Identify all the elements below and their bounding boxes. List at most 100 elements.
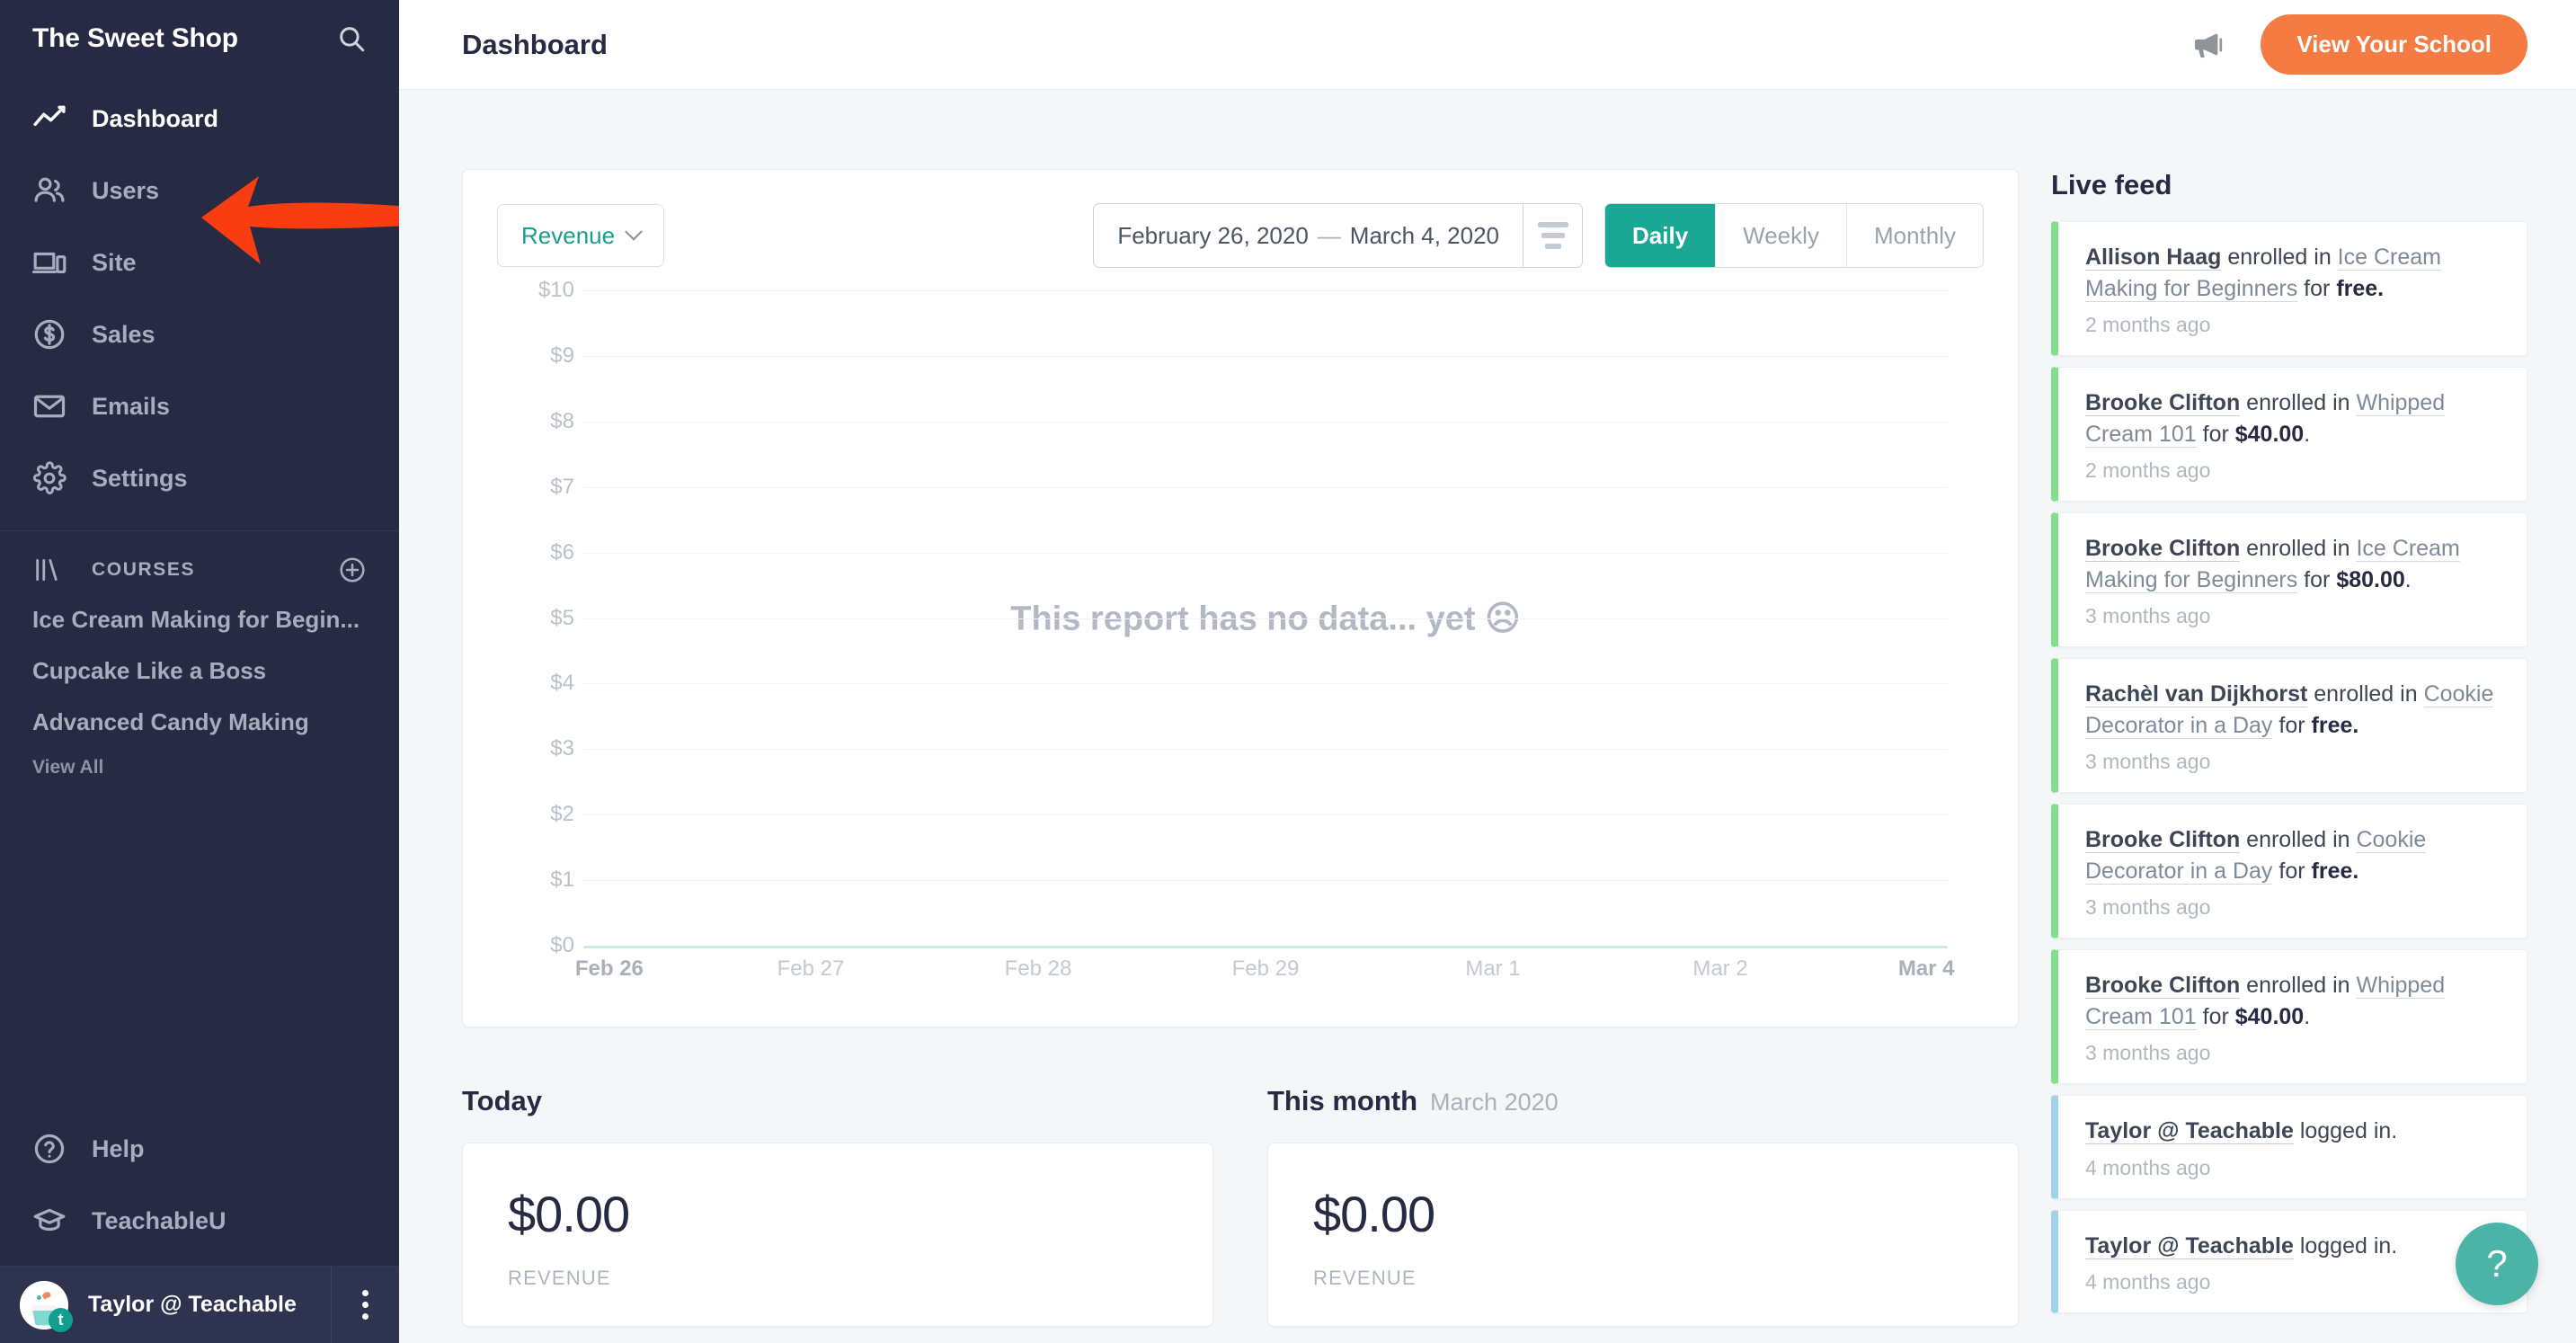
live-feed-timestamp: 2 months ago	[2085, 313, 2211, 336]
sidebar-item-label: Users	[92, 176, 160, 204]
users-icon	[32, 173, 74, 208]
date-range-text[interactable]: February 26, 2020 — March 4, 2020	[1094, 204, 1523, 267]
live-feed-text: Taylor @ Teachable logged in.	[2085, 1118, 2398, 1144]
metric-select-label: Revenue	[521, 221, 616, 249]
sidebar-item-settings[interactable]: Settings	[0, 442, 399, 514]
sidebar-item-site[interactable]: Site	[0, 227, 399, 298]
plus-circle-icon[interactable]	[338, 556, 367, 584]
kebab-dots	[362, 1290, 369, 1320]
live-feed-item[interactable]: Taylor @ Teachable logged in. 4 months ag…	[2051, 1095, 2527, 1199]
live-feed-amount: free.	[2336, 275, 2385, 301]
avatar: t	[20, 1280, 73, 1332]
sidebar-item-label: Settings	[92, 464, 188, 492]
date-range-picker[interactable]: February 26, 2020 — March 4, 2020	[1093, 203, 1584, 268]
sidebar-item-dashboard[interactable]: Dashboard	[0, 83, 399, 155]
stat-card: $0.00 REVENUE	[1267, 1143, 2019, 1327]
live-feed-text: Rachèl van Dijkhorst enrolled in Cookie …	[2085, 681, 2494, 739]
granularity-daily-button[interactable]: Daily	[1605, 204, 1717, 267]
kebab-menu-icon[interactable]	[331, 1266, 399, 1343]
sidebar-item-label: Emails	[92, 392, 171, 420]
sidebar-item-teachableu[interactable]: TeachableU	[0, 1185, 399, 1257]
course-list-item[interactable]: Ice Cream Making for Begin...	[0, 594, 399, 645]
course-list-item[interactable]: Cupcake Like a Boss	[0, 645, 399, 697]
chart-gridline	[583, 290, 1948, 291]
granularity-toggle: Daily Weekly Monthly	[1604, 203, 1984, 268]
live-feed-list: Allison Haag enrolled in Ice Cream Makin…	[2051, 221, 2527, 1313]
search-icon[interactable]	[336, 23, 367, 54]
sidebar-item-help[interactable]: Help	[0, 1113, 399, 1185]
stat-header: Today	[462, 1085, 1213, 1117]
chart-y-tick-label: $5	[550, 605, 574, 630]
live-feed-person-link[interactable]: Rachèl van Dijkhorst	[2085, 681, 2308, 707]
live-feed-timestamp: 4 months ago	[2085, 1270, 2211, 1294]
live-feed-item[interactable]: Allison Haag enrolled in Ice Cream Makin…	[2051, 221, 2527, 356]
live-feed-amount: $40.00	[2234, 1003, 2305, 1029]
granularity-monthly-button[interactable]: Monthly	[1846, 204, 1983, 267]
live-feed-item[interactable]: Brooke Clifton enrolled in Whipped Cream…	[2051, 949, 2527, 1084]
stat-subheading: March 2020	[1430, 1089, 1559, 1116]
sort-lines-icon[interactable]	[1523, 204, 1582, 267]
live-feed-timestamp: 3 months ago	[2085, 1041, 2211, 1064]
live-feed-item[interactable]: Brooke Clifton enrolled in Cookie Decora…	[2051, 804, 2527, 938]
chart-x-tick-label: Mar 4	[1897, 956, 1955, 981]
chart-y-tick-label: $9	[550, 342, 574, 368]
chart-y-tick-label: $6	[550, 539, 574, 565]
date-range-dash: —	[1317, 221, 1341, 249]
live-feed-item[interactable]: Brooke Clifton enrolled in Whipped Cream…	[2051, 367, 2527, 502]
granularity-weekly-button[interactable]: Weekly	[1716, 204, 1847, 267]
chart-grid: This report has no data... yet ☹	[583, 290, 1948, 948]
chart-y-tick-label: $3	[550, 736, 574, 761]
stat-this-month: This month March 2020 $0.00 REVENUE	[1267, 1085, 2019, 1327]
megaphone-icon[interactable]	[2190, 27, 2226, 63]
chart-x-tick-label: Feb 26	[574, 956, 644, 981]
live-feed-person-link[interactable]: Brooke Clifton	[2085, 536, 2241, 562]
live-feed-person-link[interactable]: Allison Haag	[2085, 245, 2222, 271]
user-bar[interactable]: t Taylor @ Teachable	[0, 1266, 399, 1343]
stat-value: $0.00	[1313, 1186, 1435, 1242]
chart-y-tick-label: $2	[550, 802, 574, 827]
view-your-school-button[interactable]: View Your School	[2261, 14, 2527, 75]
revenue-report-card: Revenue February 26, 2020 — March 4, 202…	[462, 169, 2019, 1027]
page-title: Dashboard	[462, 28, 608, 60]
chart-gridline	[583, 814, 1948, 816]
live-feed-timestamp: 3 months ago	[2085, 750, 2211, 773]
stat-label: REVENUE	[508, 1267, 611, 1289]
live-feed-person-link[interactable]: Brooke Clifton	[2085, 827, 2241, 853]
chart-y-tick-label: $10	[537, 278, 574, 302]
live-feed-person-link[interactable]: Taylor @ Teachable	[2085, 1118, 2294, 1144]
chart-y-tick-label: $0	[550, 933, 574, 957]
chevron-down-icon	[625, 222, 643, 241]
chart-gridline	[583, 749, 1948, 751]
chart-x-tick-label: Mar 1	[1465, 956, 1521, 981]
chart-gridline	[583, 618, 1948, 619]
chart-gridline	[583, 552, 1948, 554]
left-column: Revenue February 26, 2020 — March 4, 202…	[462, 169, 2019, 1343]
sidebar-item-sales[interactable]: Sales	[0, 298, 399, 370]
question-circle-icon	[32, 1132, 74, 1166]
live-feed-item[interactable]: Brooke Clifton enrolled in Ice Cream Mak…	[2051, 512, 2527, 647]
help-fab-button[interactable]: ?	[2456, 1223, 2538, 1305]
live-feed-timestamp: 3 months ago	[2085, 895, 2211, 919]
books-icon	[32, 555, 74, 585]
sidebar-item-users[interactable]: Users	[0, 155, 399, 227]
sidebar-item-emails[interactable]: Emails	[0, 370, 399, 442]
graduation-cap-icon	[32, 1204, 74, 1238]
metric-select[interactable]: Revenue	[497, 204, 665, 267]
chart-x-tick-label: Feb 28	[1004, 956, 1072, 981]
date-range-end: March 4, 2020	[1349, 221, 1500, 249]
dollar-circle-icon	[32, 317, 74, 351]
live-feed-item[interactable]: Rachèl van Dijkhorst enrolled in Cookie …	[2051, 658, 2527, 793]
stat-heading: Today	[462, 1085, 542, 1116]
sidebar-item-label: Site	[92, 248, 137, 276]
courses-view-all-link[interactable]: View All	[0, 748, 399, 778]
live-feed-person-link[interactable]: Brooke Clifton	[2085, 390, 2241, 416]
content-area: Revenue February 26, 2020 — March 4, 202…	[399, 90, 2576, 1343]
main-area: Dashboard View Your School Revenue Febru…	[399, 0, 2576, 1343]
live-feed-person-link[interactable]: Brooke Clifton	[2085, 973, 2241, 999]
stat-today: Today $0.00 REVENUE	[462, 1085, 1213, 1327]
course-list-item[interactable]: Advanced Candy Making	[0, 697, 399, 748]
live-feed-person-link[interactable]: Taylor @ Teachable	[2085, 1232, 2294, 1259]
stat-heading: This month	[1267, 1085, 1418, 1116]
live-feed-amount: free.	[2311, 712, 2359, 738]
live-feed-text: Allison Haag enrolled in Ice Cream Makin…	[2085, 245, 2441, 302]
